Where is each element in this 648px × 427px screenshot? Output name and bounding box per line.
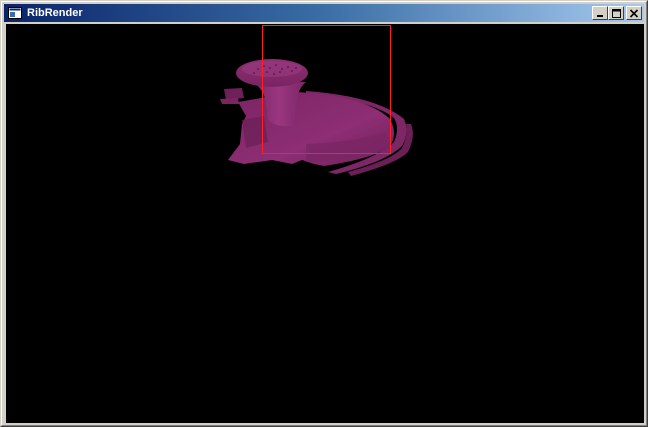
- close-icon: [629, 8, 639, 18]
- window-title: RibRender: [27, 7, 83, 19]
- maximize-button[interactable]: [608, 6, 624, 20]
- maximize-icon: [612, 8, 621, 18]
- app-window-icon[interactable]: [7, 6, 23, 20]
- minimize-icon: [597, 14, 603, 17]
- render-canvas[interactable]: [6, 24, 644, 423]
- window-frame: RibRender: [1, 1, 647, 426]
- title-bar[interactable]: RibRender: [4, 4, 644, 22]
- rendered-scene: [220, 25, 413, 176]
- caption-buttons: [592, 6, 642, 20]
- app-window: RibRender: [0, 0, 648, 427]
- minimize-button[interactable]: [592, 6, 608, 20]
- close-button[interactable]: [626, 6, 642, 20]
